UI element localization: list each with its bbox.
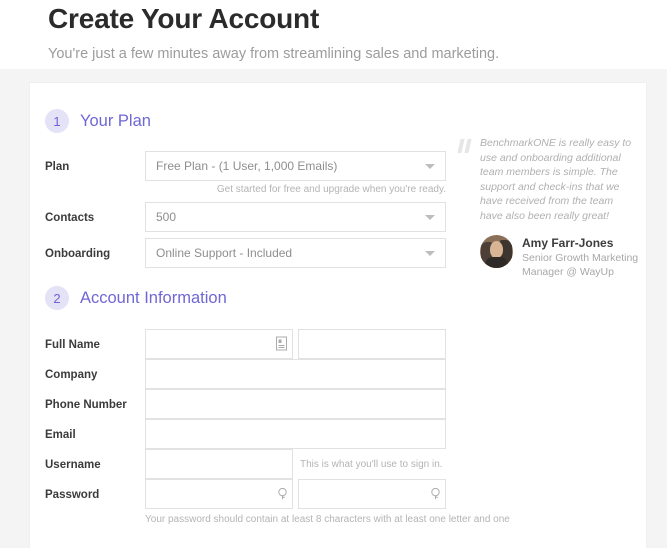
testimonial-author: Amy Farr-Jones Senior Growth Marketing M… <box>458 223 638 279</box>
label-contacts: Contacts <box>45 212 95 224</box>
company-input[interactable] <box>145 359 446 389</box>
password-input[interactable] <box>145 479 293 509</box>
label-phone-number: Phone Number <box>45 399 127 411</box>
label-company: Company <box>45 369 98 381</box>
confirm-password-input[interactable] <box>298 479 446 509</box>
testimonial: BenchmarkONE is really easy to use and o… <box>457 136 638 279</box>
page-header: Create Your Account You're just a few mi… <box>0 0 667 64</box>
page-subtitle: You're just a few minutes away from stre… <box>48 46 500 62</box>
onboarding-select-value: Online Support - Included <box>156 246 293 260</box>
section-title-account-information: Account Information <box>80 288 227 307</box>
author-role: Senior Growth Marketing Manager @ WayUp <box>522 252 639 278</box>
label-full-name: Full Name <box>45 339 100 351</box>
page-title: Create Your Account <box>48 3 320 34</box>
plan-select[interactable]: Free Plan - (1 User, 1,000 Emails) <box>145 151 446 181</box>
last-name-input[interactable] <box>298 329 446 359</box>
key-icon[interactable] <box>429 487 442 502</box>
password-helper-text: Your password should contain at least 8 … <box>145 514 510 525</box>
key-icon[interactable] <box>276 487 289 502</box>
plan-helper-text: Get started for free and upgrade when yo… <box>216 184 446 195</box>
section-header-your-plan: 1 Your Plan <box>45 109 151 133</box>
label-username: Username <box>45 459 101 471</box>
quote-icon <box>457 139 474 155</box>
label-plan: Plan <box>45 161 70 173</box>
first-name-input[interactable] <box>145 329 293 359</box>
email-input[interactable] <box>145 419 446 449</box>
chevron-down-icon <box>425 215 435 220</box>
section-badge-2: 2 <box>45 286 69 310</box>
contact-card-icon[interactable] <box>275 336 288 351</box>
author-info: Amy Farr-Jones Senior Growth Marketing M… <box>513 235 657 279</box>
onboarding-select[interactable]: Online Support - Included <box>145 238 446 268</box>
contacts-select[interactable]: 500 <box>145 202 446 232</box>
section-title-your-plan: Your Plan <box>80 111 151 130</box>
section-badge-1: 1 <box>45 109 69 133</box>
label-email: Email <box>45 429 76 441</box>
contacts-select-value: 500 <box>156 210 177 224</box>
phone-number-input[interactable] <box>145 389 446 419</box>
username-input[interactable] <box>145 449 293 479</box>
avatar <box>480 235 513 268</box>
plan-select-value: Free Plan - (1 User, 1,000 Emails) <box>156 159 338 173</box>
username-helper-text: This is what you'll use to sign in. <box>300 459 443 470</box>
author-name: Amy Farr-Jones <box>522 236 614 250</box>
testimonial-quote: BenchmarkONE is really easy to use and o… <box>480 137 632 222</box>
chevron-down-icon <box>425 251 435 256</box>
chevron-down-icon <box>425 164 435 169</box>
section-header-account-information: 2 Account Information <box>45 286 227 310</box>
label-password: Password <box>45 489 100 501</box>
label-onboarding: Onboarding <box>45 248 111 260</box>
